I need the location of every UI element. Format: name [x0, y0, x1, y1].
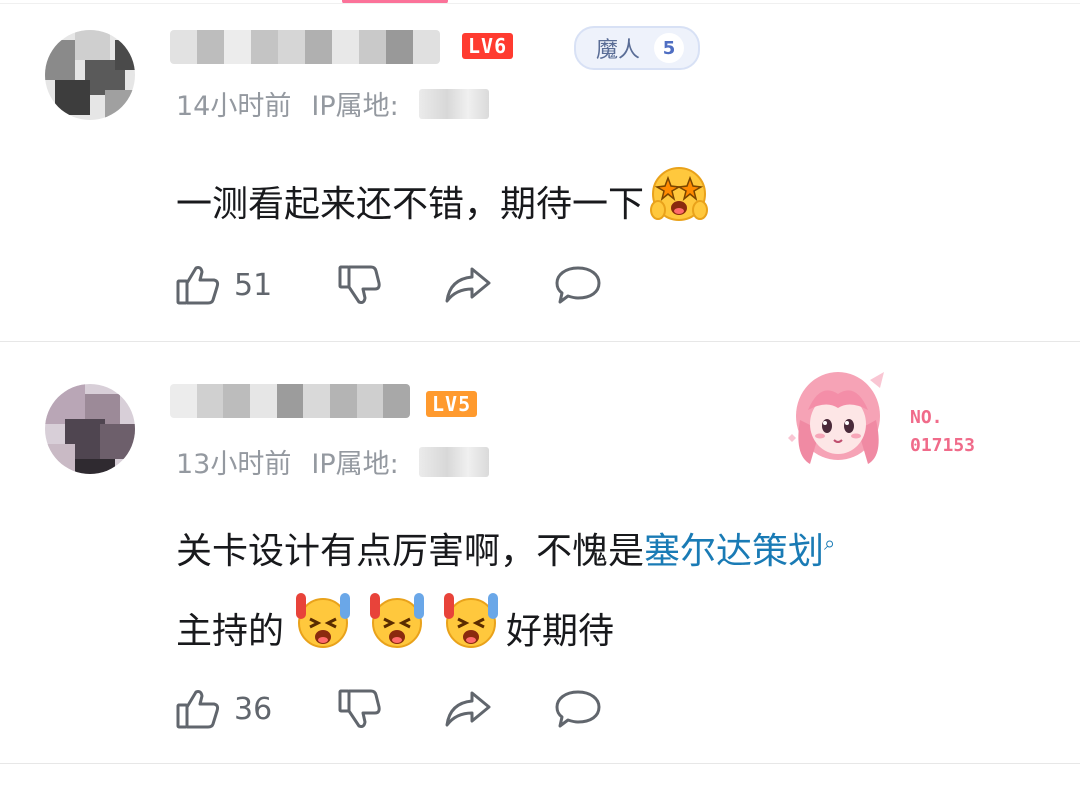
fan-medal[interactable]: 魔人 5 — [574, 26, 701, 70]
comment-time: 13小时前 — [176, 449, 292, 480]
comment-item: LV6 魔人 5 14小时前 IP属地: 一测看起来还不错，期待一下 51 — [0, 0, 1080, 342]
fan-number-prefix: NO. — [910, 407, 943, 428]
thumbs-up-icon — [176, 690, 220, 729]
share-button[interactable] — [444, 686, 492, 732]
avatar[interactable] — [45, 30, 135, 120]
comment-meta: 13小时前 IP属地: — [176, 442, 489, 481]
search-icon: ⌕ — [824, 531, 836, 555]
comment-time: 14小时前 — [176, 91, 292, 122]
share-button[interactable] — [444, 262, 492, 308]
ip-label: IP属地: — [311, 449, 399, 480]
comment-meta: 14小时前 IP属地: — [176, 84, 489, 123]
anime-girl-avatar-icon — [788, 372, 884, 464]
medal-name: 魔人 — [596, 38, 641, 63]
comment-divider — [0, 763, 1080, 764]
comment-actions: 36 — [176, 686, 1036, 732]
comment-text: 一测看起来还不错，期待一下 — [176, 162, 710, 250]
dislike-button[interactable] — [338, 262, 382, 308]
crying-laugh-emoji-icon — [362, 589, 432, 677]
topic-link[interactable]: 塞尔达策划 — [644, 531, 824, 572]
share-icon — [445, 267, 491, 303]
fan-number: NO. 017153 — [910, 404, 975, 460]
crying-laugh-emoji-icon — [288, 589, 358, 677]
medal-level: 5 — [654, 33, 685, 63]
fan-card[interactable]: NO. 017153 — [780, 360, 1010, 470]
crying-laugh-emoji-icon — [436, 589, 506, 677]
comment-text-part: 好期待 — [506, 611, 615, 652]
ip-label: IP属地: — [311, 91, 399, 122]
username[interactable] — [170, 384, 410, 418]
chat-bubble-icon — [555, 266, 601, 304]
comment-text-body: 一测看起来还不错，期待一下 — [176, 184, 645, 225]
star-eyes-emoji-icon — [648, 162, 710, 250]
comment-text-part: 主持的 — [176, 611, 285, 652]
thumbs-up-icon — [176, 266, 220, 305]
ip-location-blurred — [418, 446, 489, 477]
thumbs-down-icon — [338, 689, 381, 728]
comment-actions: 51 — [176, 262, 1036, 308]
level-badge: LV5 — [426, 391, 478, 417]
comment-text-part: 关卡设计有点厉害啊，不愧是 — [176, 531, 645, 572]
avatar[interactable] — [45, 384, 135, 474]
comment-divider — [0, 341, 1080, 342]
fan-number-value: 017153 — [910, 435, 976, 456]
ip-location-blurred — [418, 88, 489, 119]
like-button[interactable]: 51 — [176, 262, 272, 308]
dislike-button[interactable] — [338, 686, 382, 732]
level-badge: LV6 — [462, 33, 514, 59]
comment-text: 关卡设计有点厉害啊，不愧是塞尔达策划⌕ 主持的 好期待 — [176, 506, 1056, 677]
like-button[interactable]: 36 — [176, 686, 272, 732]
reply-button[interactable] — [554, 262, 602, 308]
reply-button[interactable] — [554, 686, 602, 732]
like-count: 36 — [234, 691, 273, 727]
chat-bubble-icon — [555, 690, 601, 728]
username[interactable] — [170, 30, 440, 64]
like-count: 51 — [234, 267, 273, 303]
thumbs-down-icon — [338, 265, 381, 304]
share-icon — [445, 691, 491, 727]
